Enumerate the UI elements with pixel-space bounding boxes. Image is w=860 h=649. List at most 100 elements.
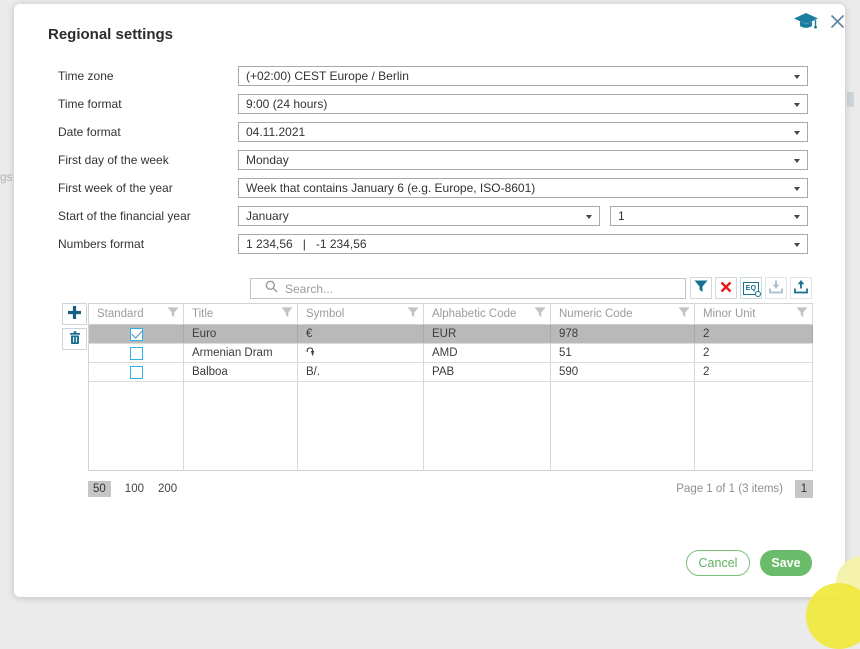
advanced-search-button[interactable]: EQ: [740, 277, 762, 299]
table-row[interactable]: Euro € EUR 978 2: [89, 325, 813, 344]
date-format-select[interactable]: 04.11.2021: [238, 122, 808, 142]
standard-checkbox[interactable]: [130, 347, 143, 360]
time-format-select[interactable]: 9:00 (24 hours): [238, 94, 808, 114]
import-button[interactable]: [765, 277, 787, 299]
financial-year-day-select[interactable]: 1: [610, 206, 808, 226]
chevron-down-icon: [794, 131, 800, 135]
column-filter-icon[interactable]: [407, 307, 419, 321]
form-row-time-zone: Time zone (+02:00) CEST Europe / Berlin: [58, 66, 818, 86]
financial-year-day-value: 1: [618, 209, 625, 223]
chevron-down-icon: [794, 243, 800, 247]
delete-currency-button[interactable]: [62, 328, 87, 350]
search-icon: [265, 280, 278, 298]
column-header-minor-unit[interactable]: Minor Unit: [695, 304, 813, 324]
financial-year-month-value: January: [246, 209, 289, 223]
cell-numeric-code: 978: [551, 325, 695, 343]
form-row-first-week: First week of the year Week that contain…: [58, 178, 818, 198]
cancel-button[interactable]: Cancel: [686, 550, 750, 576]
apply-filter-button[interactable]: [690, 277, 712, 299]
column-filter-icon[interactable]: [281, 307, 293, 321]
first-week-label: First week of the year: [58, 178, 173, 198]
page-size-options: 50 100 200: [88, 481, 177, 497]
date-format-value: 04.11.2021: [246, 125, 305, 139]
cell-minor-unit: 2: [695, 363, 813, 381]
help-tutorial-button[interactable]: [792, 12, 820, 34]
form-row-numbers-format: Numbers format 1 234,56 | -1 234,56: [58, 234, 818, 254]
column-filter-icon[interactable]: [534, 307, 546, 321]
first-week-value: Week that contains January 6 (e.g. Europ…: [246, 181, 535, 195]
trash-icon: [68, 330, 82, 348]
regional-settings-dialog: Regional settings Time zone (+02:00) CES…: [14, 4, 845, 597]
graduation-cap-icon: [793, 21, 819, 36]
close-dialog-button[interactable]: [828, 14, 846, 32]
import-download-icon: [768, 280, 784, 297]
search-box: [250, 278, 686, 299]
chevron-down-icon: [794, 103, 800, 107]
export-button[interactable]: [790, 277, 812, 299]
time-zone-value: (+02:00) CEST Europe / Berlin: [246, 69, 409, 83]
search-input[interactable]: [285, 282, 645, 296]
cell-symbol: €: [298, 325, 424, 343]
page-info-text: Page 1 of 1 (3 items): [676, 483, 783, 495]
time-format-value: 9:00 (24 hours): [246, 97, 327, 111]
date-format-label: Date format: [58, 122, 121, 142]
column-header-alphabetic-code[interactable]: Alphabetic Code: [424, 304, 551, 324]
column-filter-icon[interactable]: [167, 307, 179, 321]
form-row-date-format: Date format 04.11.2021: [58, 122, 818, 142]
clear-filter-button[interactable]: [715, 277, 737, 299]
page-number-button[interactable]: 1: [795, 480, 813, 498]
cell-title: Armenian Dram: [184, 344, 298, 362]
column-header-standard[interactable]: Standard: [89, 304, 184, 324]
currency-table: Standard Title Symbol Alphabetic Code: [88, 303, 813, 471]
chevron-down-icon: [794, 75, 800, 79]
standard-checkbox[interactable]: [130, 366, 143, 379]
table-header-row: Standard Title Symbol Alphabetic Code: [89, 304, 813, 325]
chevron-down-icon: [794, 187, 800, 191]
cell-minor-unit: 2: [695, 325, 813, 343]
first-day-value: Monday: [246, 153, 289, 167]
cell-numeric-code: 590: [551, 363, 695, 381]
financial-year-label: Start of the financial year: [58, 206, 191, 226]
time-zone-select[interactable]: (+02:00) CEST Europe / Berlin: [238, 66, 808, 86]
first-day-select[interactable]: Monday: [238, 150, 808, 170]
first-day-label: First day of the week: [58, 150, 169, 170]
page-size-200[interactable]: 200: [158, 483, 177, 495]
column-header-numeric-code[interactable]: Numeric Code: [551, 304, 695, 324]
cell-alphabetic-code: PAB: [424, 363, 551, 381]
cell-symbol: B/.: [298, 363, 424, 381]
column-filter-icon[interactable]: [796, 307, 808, 321]
form-row-financial-year: Start of the financial year January 1: [58, 206, 818, 226]
column-header-title[interactable]: Title: [184, 304, 298, 324]
standard-checkbox[interactable]: [130, 328, 143, 341]
financial-year-month-select[interactable]: January: [238, 206, 600, 226]
column-filter-icon[interactable]: [678, 307, 690, 321]
add-currency-button[interactable]: [62, 303, 87, 325]
page-size-100[interactable]: 100: [125, 483, 144, 495]
form-row-first-day: First day of the week Monday: [58, 150, 818, 170]
time-format-label: Time format: [58, 94, 122, 114]
table-row[interactable]: Balboa B/. PAB 590 2: [89, 363, 813, 382]
cell-numeric-code: 51: [551, 344, 695, 362]
save-button[interactable]: Save: [760, 550, 812, 576]
grid-side-actions: [62, 303, 87, 350]
advanced-search-icon: EQ: [743, 282, 759, 295]
filter-funnel-icon: [694, 280, 708, 296]
dialog-title: Regional settings: [48, 26, 173, 43]
table-row[interactable]: Armenian Dram ֏ AMD 51 2: [89, 344, 813, 363]
background-clipped-text: gs: [0, 170, 13, 184]
cell-alphabetic-code: AMD: [424, 344, 551, 362]
page-size-50[interactable]: 50: [88, 481, 111, 497]
column-header-symbol[interactable]: Symbol: [298, 304, 424, 324]
background-scrollbar-artifact: [847, 92, 854, 107]
chevron-down-icon: [794, 215, 800, 219]
first-week-select[interactable]: Week that contains January 6 (e.g. Europ…: [238, 178, 808, 198]
cell-title: Balboa: [184, 363, 298, 381]
numbers-format-select[interactable]: 1 234,56 | -1 234,56: [238, 234, 808, 254]
cell-minor-unit: 2: [695, 344, 813, 362]
time-zone-label: Time zone: [58, 66, 114, 86]
cell-alphabetic-code: EUR: [424, 325, 551, 343]
form-row-time-format: Time format 9:00 (24 hours): [58, 94, 818, 114]
red-x-icon: [720, 281, 732, 296]
export-upload-icon: [793, 280, 809, 297]
cell-title: Euro: [184, 325, 298, 343]
